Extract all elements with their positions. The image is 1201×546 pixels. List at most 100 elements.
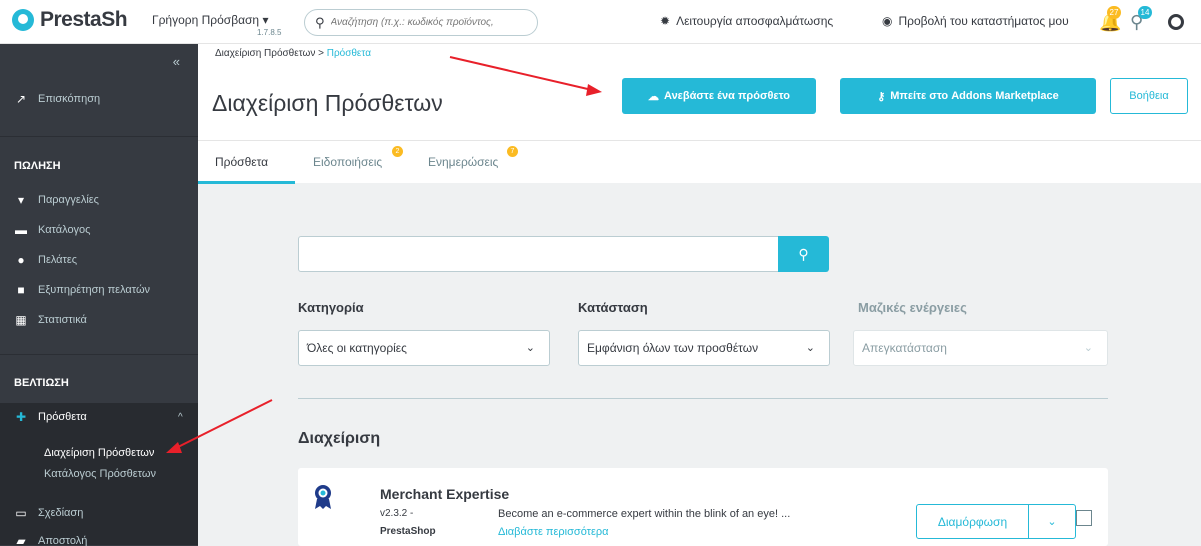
- bulk-actions-select[interactable]: Απεγκατάσταση ⌄: [853, 330, 1108, 366]
- module-search-button[interactable]: ⚲: [778, 236, 829, 272]
- category-select[interactable]: Όλες οι κατηγορίες ⌄: [298, 330, 550, 366]
- chat-icon: ■: [17, 283, 25, 297]
- collapse-sidebar-icon[interactable]: «: [173, 54, 180, 69]
- tab-alerts[interactable]: Ειδοποιήσεις 2: [313, 146, 403, 169]
- status-select[interactable]: Εμφάνιση όλων των προσθέτων ⌄: [578, 330, 830, 366]
- sidebar-item-orders[interactable]: ▾ Παραγγελίες: [0, 194, 198, 206]
- sidebar-item-label: Εξυπηρέτηση πελατών: [38, 284, 151, 296]
- addons-marketplace-label: Μπείτε στο Addons Marketplace: [890, 90, 1059, 102]
- breadcrumb-parent[interactable]: Διαχείριση Πρόσθετων: [215, 48, 315, 59]
- truck-icon: ▰: [16, 534, 26, 546]
- sidebar-item-design[interactable]: ▭ Σχεδίαση: [0, 507, 198, 519]
- module-name: Merchant Expertise: [380, 486, 510, 502]
- tab-modules[interactable]: Πρόσθετα: [215, 155, 268, 169]
- bug-icon: ✹: [660, 14, 671, 28]
- divider: [0, 354, 198, 355]
- view-shop-label: Προβολή του καταστήματος μου: [898, 14, 1069, 28]
- prestashop-logo[interactable]: PrestaSh: [12, 8, 128, 32]
- debug-mode-link[interactable]: ✹ Λειτουργία αποσφαλμάτωσης: [660, 14, 833, 28]
- module-search-input[interactable]: [298, 236, 780, 272]
- sidebar-item-label: Παραγγελίες: [38, 194, 99, 206]
- sidebar-item-catalog[interactable]: ▬ Κατάλογος: [0, 224, 198, 236]
- bulk-actions-value: Απεγκατάσταση: [862, 341, 947, 355]
- sidebar-item-label: Αποστολή: [38, 535, 88, 546]
- category-select-value: Όλες οι κατηγορίες: [307, 341, 407, 355]
- divider: [298, 398, 1108, 399]
- logo-text: PrestaSh: [40, 8, 128, 31]
- divider: [0, 136, 198, 137]
- configure-button[interactable]: Διαμόρφωση: [916, 504, 1029, 539]
- addons-marketplace-button[interactable]: ⚷ Μπείτε στο Addons Marketplace: [840, 78, 1096, 114]
- section-title-sell: ΠΩΛΗΣΗ: [14, 160, 61, 172]
- prestashop-logo-icon: [12, 9, 34, 31]
- monitor-icon: ▭: [15, 506, 27, 520]
- eye-icon: ◉: [882, 14, 893, 28]
- sidebar-subitem-module-catalog[interactable]: Κατάλογος Πρόσθετων: [44, 468, 156, 480]
- sidebar-item-label: Σχεδίαση: [38, 507, 84, 519]
- quick-access-menu[interactable]: Γρήγορη Πρόσβαση ▾: [152, 13, 268, 27]
- chevron-down-icon: ⌄: [1083, 342, 1093, 354]
- search-field[interactable]: ⚲: [304, 9, 538, 36]
- breadcrumb: Διαχείριση Πρόσθετων > Πρόσθετα: [215, 48, 371, 59]
- help-button[interactable]: Βοήθεια: [1110, 78, 1188, 114]
- chevron-up-icon: ^: [178, 411, 183, 423]
- sidebar-item-customer-service[interactable]: ■ Εξυπηρέτηση πελατών: [0, 284, 198, 296]
- orders-notification[interactable]: 🔔 27: [1099, 6, 1121, 33]
- tab-label: Ενημερώσεις: [428, 155, 499, 169]
- cloud-upload-icon: ☁: [648, 90, 660, 103]
- debug-mode-label: Λειτουργία αποσφαλμάτωσης: [676, 14, 834, 28]
- sidebar-item-dashboard[interactable]: ↗ Επισκόπηση: [0, 93, 198, 105]
- quick-access-label: Γρήγορη Πρόσβαση: [152, 13, 260, 27]
- module-select-checkbox[interactable]: [1076, 510, 1092, 526]
- top-header: PrestaSh Γρήγορη Πρόσβαση ▾ 1.7.8.5 ⚲ ✹ …: [0, 0, 1201, 44]
- search-icon: ⚲: [315, 14, 325, 30]
- trending-icon: ↗: [15, 92, 27, 106]
- page-header: Διαχείριση Πρόσθετων > Πρόσθετα Διαχείρι…: [198, 44, 1201, 184]
- bulk-actions-label: Μαζικές ενέργειες: [858, 300, 967, 315]
- award-badge-icon: [315, 485, 331, 509]
- puzzle-icon: ✚: [15, 410, 27, 424]
- tab-badge: 2: [392, 146, 403, 157]
- sidebar-subitem-module-manager[interactable]: Διαχείριση Πρόσθετων: [44, 447, 154, 459]
- read-more-link[interactable]: Διαβάστε περισσότερα: [498, 526, 609, 538]
- upload-module-label: Ανεβάστε ένα πρόσθετο: [664, 90, 790, 102]
- tab-updates[interactable]: Ενημερώσεις 7: [428, 146, 518, 169]
- search-icon: ⚲: [798, 245, 809, 262]
- tabs: Πρόσθετα Ειδοποιήσεις 2 Ενημερώσεις 7: [198, 140, 1201, 184]
- sidebar-item-label: Πρόσθετα: [38, 411, 87, 423]
- sidebar-item-label: Στατιστικά: [38, 314, 87, 326]
- notification-badge: 27: [1107, 6, 1121, 19]
- caret-down-icon: ▾: [262, 13, 269, 27]
- configure-dropdown-button[interactable]: ⌄: [1028, 504, 1076, 539]
- upload-module-button[interactable]: ☁ Ανεβάστε ένα πρόσθετο: [622, 78, 816, 114]
- key-icon: ⚷: [877, 90, 886, 103]
- notification-badge: 14: [1138, 6, 1152, 19]
- customers-notification[interactable]: ⚲ 14: [1130, 6, 1152, 33]
- module-card: Merchant Expertise v2.3.2 - PrestaShop B…: [298, 468, 1108, 546]
- breadcrumb-current[interactable]: Πρόσθετα: [327, 48, 371, 59]
- sidebar-item-label: Πελάτες: [38, 254, 78, 266]
- sidebar-item-stats[interactable]: ▦ Στατιστικά: [0, 314, 198, 326]
- chevron-down-icon: ⌄: [1047, 516, 1057, 528]
- status-select-value: Εμφάνιση όλων των προσθέτων: [587, 341, 759, 355]
- sidebar-item-customers[interactable]: ● Πελάτες: [0, 254, 198, 266]
- module-description: Become an e-commerce expert within the b…: [498, 508, 791, 520]
- main-content: Διαχείριση Πρόσθετων > Πρόσθετα Διαχείρι…: [198, 44, 1201, 546]
- breadcrumb-separator: >: [318, 48, 324, 59]
- tab-label: Πρόσθετα: [215, 155, 269, 169]
- search-input[interactable]: [330, 17, 531, 28]
- sidebar-item-modules[interactable]: ✚ Πρόσθετα ^: [0, 411, 198, 423]
- category-filter-label: Κατηγορία: [298, 300, 364, 315]
- sidebar-item-shipping[interactable]: ▰ Αποστολή: [0, 535, 198, 546]
- status-filter-label: Κατάσταση: [578, 300, 648, 315]
- sidebar-item-label: Επισκόπηση: [38, 93, 101, 105]
- view-shop-link[interactable]: ◉ Προβολή του καταστήματος μου: [882, 14, 1069, 28]
- user-profile-icon[interactable]: [1168, 14, 1184, 30]
- chevron-down-icon: ⌄: [805, 342, 815, 354]
- sidebar-item-label: Κατάλογος: [38, 224, 91, 236]
- version-label: 1.7.8.5: [257, 28, 282, 37]
- stats-icon: ▦: [15, 313, 27, 327]
- page-title: Διαχείριση Πρόσθετων: [212, 90, 443, 116]
- basket-icon: ▾: [17, 193, 25, 207]
- section-title-improve: ΒΕΛΤΙΩΣΗ: [14, 377, 69, 389]
